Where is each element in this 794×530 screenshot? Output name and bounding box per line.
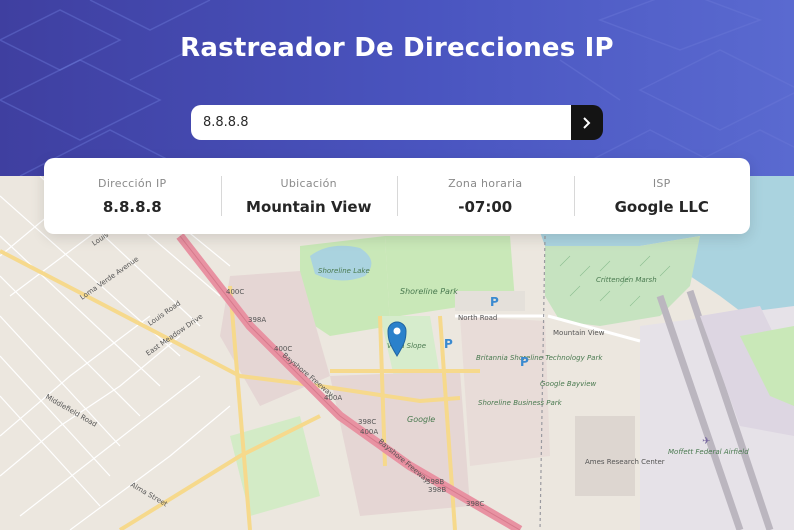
page-title: Rastreador De Direcciones IP <box>180 33 614 63</box>
parking-icon: P <box>444 337 453 351</box>
location-section: Ubicación Mountain View <box>220 158 398 234</box>
isp-label: ISP <box>652 176 671 190</box>
ip-info-card: Dirección IP 8.8.8.8 Ubicación Mountain … <box>44 158 750 234</box>
search-bar <box>191 105 603 140</box>
isp-value: Google LLC <box>614 197 709 216</box>
ip-address-label: Dirección IP <box>98 176 167 190</box>
header-banner: Rastreador De Direcciones IP <box>0 0 794 176</box>
shoreline-lake-water <box>310 245 372 281</box>
map-label-ames: Ames Research Center <box>585 458 665 466</box>
map-label-398c: 398C <box>358 418 376 426</box>
location-label: Ubicación <box>280 176 337 190</box>
parking-icon: P <box>520 355 529 369</box>
ip-search-input[interactable] <box>191 105 571 140</box>
map-label-moffett: Moffett Federal Airfield <box>668 448 749 456</box>
chevron-right-icon <box>583 116 591 129</box>
map-label-398b-2: 398B <box>428 486 446 494</box>
ames-buildings <box>575 416 635 496</box>
map-label-398a: 398A <box>248 316 266 324</box>
timezone-section: Zona horaria -07:00 <box>397 158 574 234</box>
map-label-shoreline-lake: Shoreline Lake <box>318 267 370 275</box>
airport-icon: ✈ <box>702 436 710 447</box>
map-label-398c-2: 398C <box>466 500 484 508</box>
map-label-398b: 398B <box>426 478 444 486</box>
map-label-400a-1: 400A <box>324 394 342 402</box>
map-label-google: Google <box>407 415 435 424</box>
map-label-shoreline-business: Shoreline Business Park <box>478 399 563 407</box>
ip-tracker-page: Rastreador De Direcciones IP Dirección I… <box>0 0 794 530</box>
map-label-400c-1: 400C <box>226 288 244 296</box>
header-pattern <box>0 0 794 176</box>
timezone-value: -07:00 <box>458 197 513 216</box>
timezone-label: Zona horaria <box>448 176 523 190</box>
map-label-400a-2: 400A <box>360 428 378 436</box>
parking-icon: P <box>490 295 499 309</box>
map-label-britannia: Britannia Shoreline Technology Park <box>476 354 603 362</box>
map-label-shoreline-park: Shoreline Park <box>400 287 458 296</box>
isp-section: ISP Google LLC <box>573 158 751 234</box>
map-label-crittenden-marsh: Crittenden Marsh <box>596 276 657 284</box>
ip-address-section: Dirección IP 8.8.8.8 <box>44 158 221 234</box>
map-label-mountain-view-road: Mountain View <box>553 329 605 337</box>
map-label-400c-2: 400C <box>274 345 292 353</box>
urban-block-3 <box>460 316 550 466</box>
ip-address-value: 8.8.8.8 <box>102 197 162 216</box>
location-value: Mountain View <box>246 197 372 216</box>
search-submit-button[interactable] <box>571 105 603 140</box>
map-label-north-road: North Road <box>458 314 497 322</box>
map-label-google-bayview: Google Bayview <box>540 380 597 388</box>
